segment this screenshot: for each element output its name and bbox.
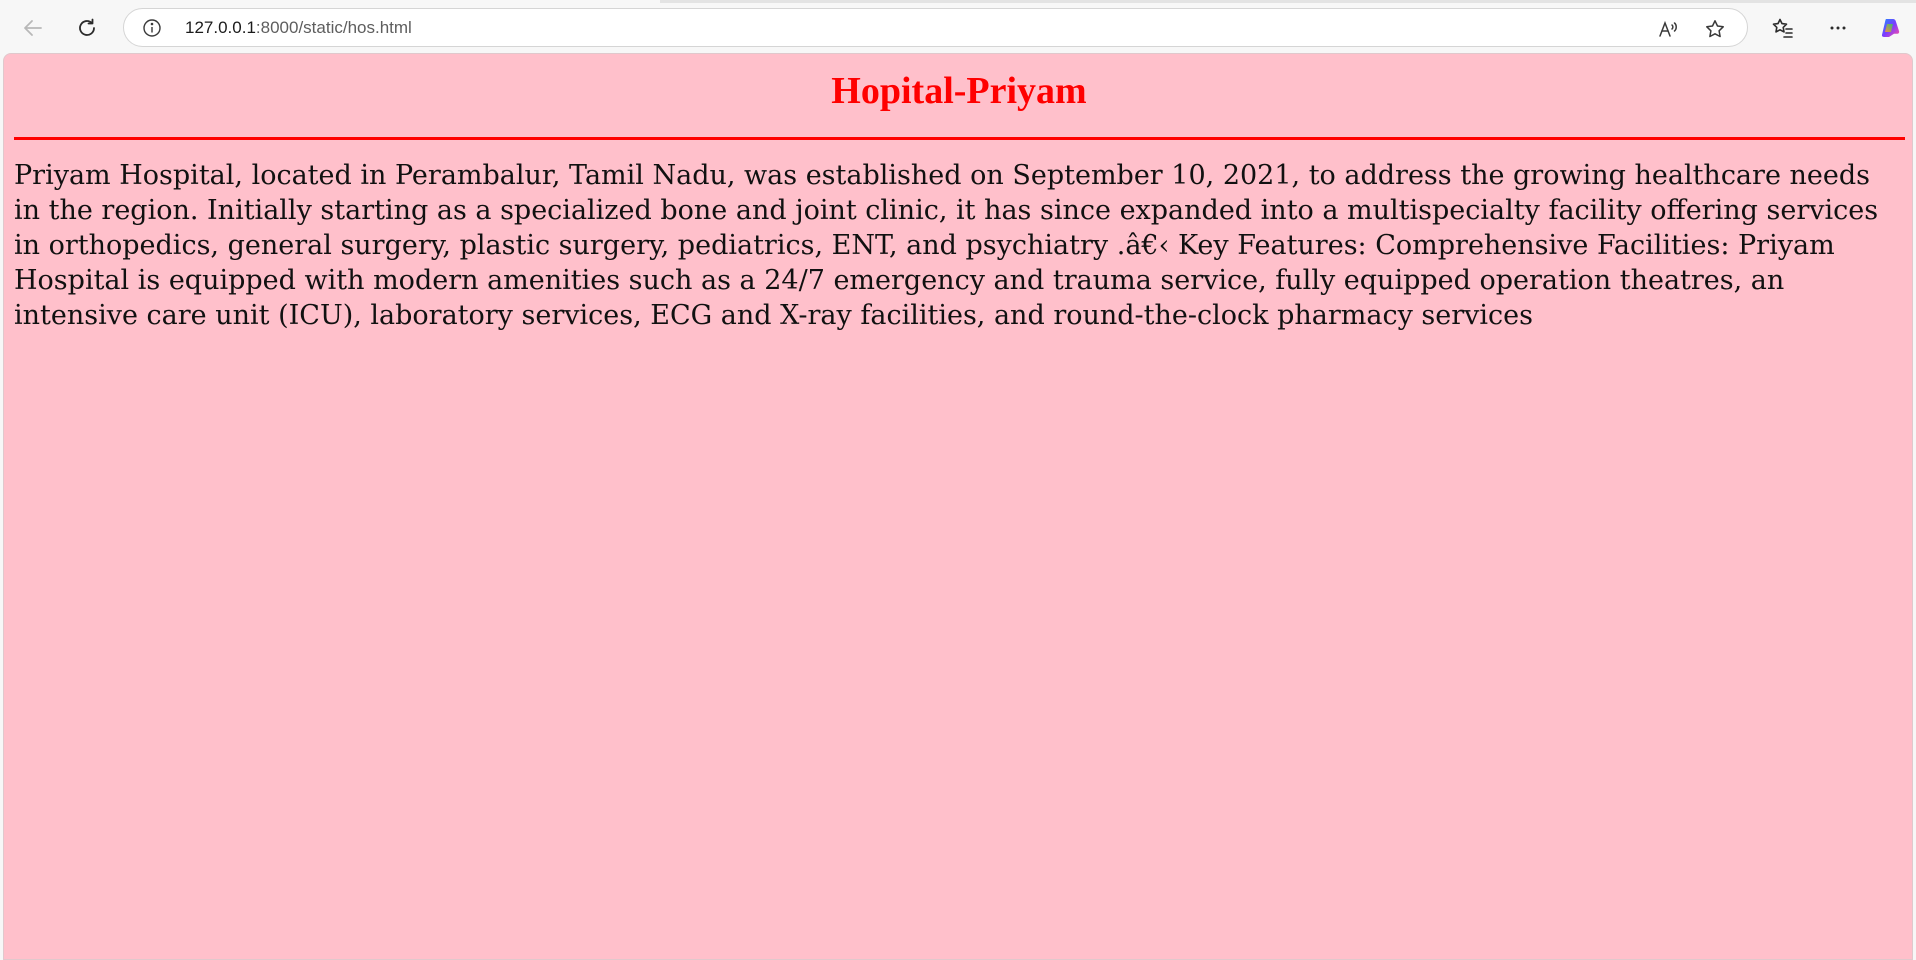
page-viewport: Hopital-Priyam Priyam Hospital, located … bbox=[3, 53, 1913, 960]
favorite-star-icon bbox=[1706, 20, 1724, 38]
tab-strip bbox=[0, 0, 1916, 3]
hospital-description: Priyam Hospital, located in Perambalur, … bbox=[14, 160, 1879, 331]
site-info-icon bbox=[143, 19, 161, 37]
page-title: Hopital-Priyam bbox=[831, 70, 1087, 112]
url-host: 127.0.0.1 bbox=[185, 18, 256, 37]
active-tab[interactable] bbox=[0, 0, 660, 3]
favorite-button[interactable] bbox=[1701, 15, 1729, 43]
horizontal-rule bbox=[14, 137, 1905, 140]
more-icon bbox=[1830, 26, 1846, 30]
read-aloud-icon bbox=[1659, 20, 1677, 37]
url-text[interactable]: 127.0.0.1:8000/static/hos.html bbox=[185, 18, 412, 38]
favorites-icon bbox=[1772, 18, 1793, 38]
read-aloud-button[interactable] bbox=[1654, 15, 1682, 43]
back-button[interactable] bbox=[13, 8, 53, 48]
browser-toolbar: 127.0.0.1:8000/static/hos.html bbox=[0, 0, 1916, 54]
favorites-button[interactable] bbox=[1763, 8, 1803, 48]
more-button[interactable] bbox=[1818, 8, 1858, 48]
copilot-icon bbox=[1881, 19, 1900, 37]
reload-button[interactable] bbox=[67, 8, 107, 48]
reload-icon bbox=[79, 18, 95, 36]
back-icon bbox=[24, 20, 42, 36]
url-path: :8000/static/hos.html bbox=[255, 18, 412, 37]
site-info-button[interactable] bbox=[142, 18, 162, 38]
copilot-button[interactable] bbox=[1871, 8, 1911, 48]
address-bar[interactable]: 127.0.0.1:8000/static/hos.html bbox=[123, 8, 1748, 47]
